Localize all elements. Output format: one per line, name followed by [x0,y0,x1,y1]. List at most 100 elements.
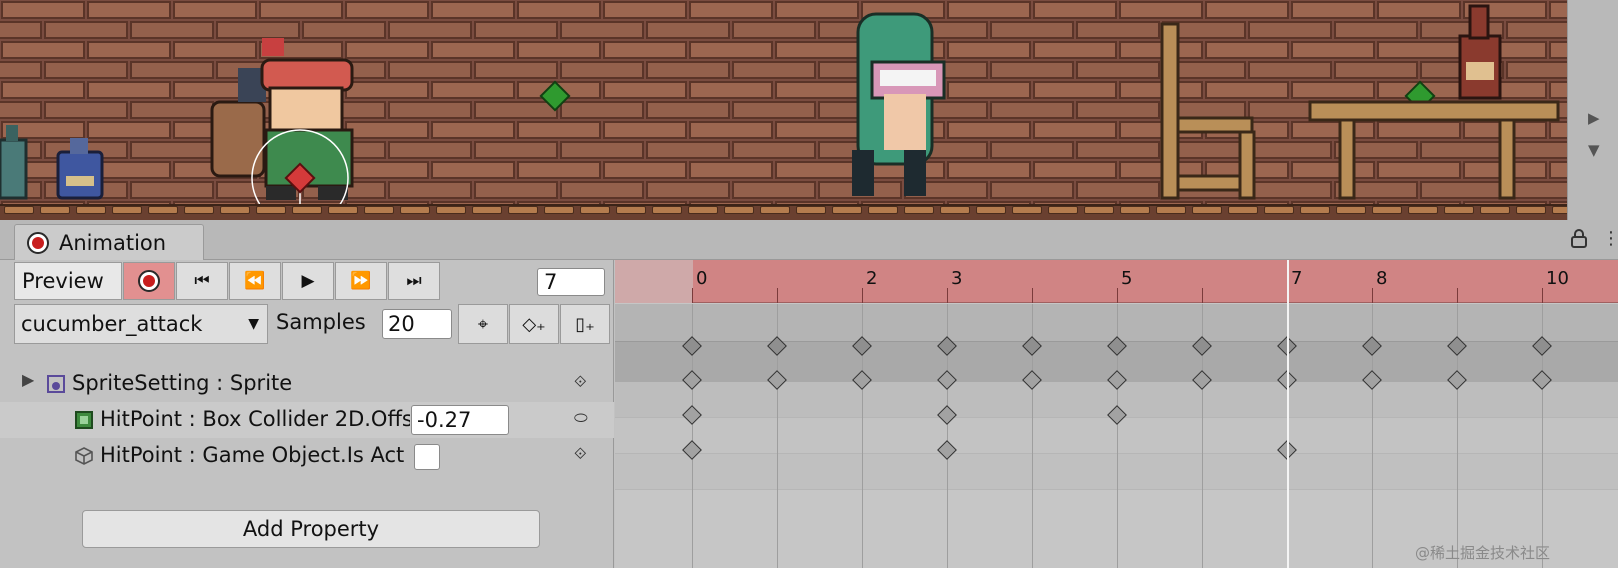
ruler-tick [1372,288,1373,303]
property-value-field[interactable]: -0.27 [411,405,509,435]
floor-tile [184,206,214,214]
player-sprite [210,38,354,200]
lock-icon[interactable] [1570,228,1588,253]
ruler-tick-label: 8 [1376,268,1388,289]
ruler-tick [1457,288,1458,303]
ruler-tick [862,288,863,303]
ruler-tick-label: 5 [1121,268,1133,289]
floor-tile [400,206,430,214]
bottle-sprite [0,125,28,200]
property-row[interactable]: ▶ SpriteSetting : Sprite ⟐ [0,366,614,402]
floor-tile [148,206,178,214]
watermark: @稀土掘金技术社区 [1415,544,1551,562]
tab-animation[interactable]: Animation [14,224,204,260]
scene-sprites [0,4,1560,220]
box-collider-icon [75,411,93,429]
floor-tile [1408,206,1438,214]
tab-animation-label: Animation [59,231,167,255]
floor-tile [1048,206,1078,214]
ruler-tick [1032,288,1033,303]
scene-view[interactable] [0,0,1567,220]
cucumber-enemy-sprite [852,12,946,196]
floor-tile [328,206,358,214]
samples-label: Samples [276,310,366,334]
floor-tile [652,206,682,214]
add-keyframe-icon: ◇₊ [522,313,546,335]
first-keyframe-button[interactable]: ⏮ [176,262,228,300]
property-label: HitPoint : Game Object.Is Active [100,443,406,467]
ruler-tick-label: 3 [951,268,963,289]
floor-tile [904,206,934,214]
floor-tile [940,206,970,214]
dopesheet-timeline[interactable]: 0 2 3 5 7 8 10 [615,260,1618,568]
keyframe-toggle-icon[interactable]: ⟐ [574,444,587,464]
ruler-tick [947,288,948,303]
playhead[interactable] [1287,260,1289,568]
floor-tile [976,206,1006,214]
scene-side-panel: ▶ ▼ [1567,0,1618,220]
samples-field[interactable]: 20 [382,309,452,339]
floor-tile [1228,206,1258,214]
floor-tile [1156,206,1186,214]
next-keyframe-button[interactable]: ⏩ [335,262,387,300]
game-object-icon [75,447,93,465]
floor-tile [1444,206,1474,214]
ruler-tick-label: 2 [866,268,878,289]
floor-tile [1012,206,1042,214]
filter-by-selection-button[interactable]: ⌖ [458,304,508,344]
floor-tile [76,206,106,214]
floor-tile [436,206,466,214]
last-keyframe-button[interactable]: ⏭ [388,262,440,300]
floor-tile [4,206,34,214]
skip-first-icon: ⏮ [194,271,210,291]
preview-button[interactable]: Preview [14,262,122,300]
floor-tile [1480,206,1510,214]
property-label: SpriteSetting : Sprite [72,371,293,395]
floor-tile [1336,206,1366,214]
ruler-tick [692,288,693,303]
timeline-ruler[interactable]: 0 2 3 5 7 8 10 [615,260,1618,303]
ruler-tick [1117,288,1118,303]
add-event-icon: ▯₊ [575,313,595,335]
ruler-tick [777,288,778,303]
expand-triangle-icon[interactable]: ▶ [22,370,34,389]
crosshair-icon: ⌖ [477,313,489,335]
floor-tile [724,206,754,214]
record-button[interactable] [123,262,175,300]
add-property-button[interactable]: Add Property [82,510,540,548]
arrow-right-icon[interactable]: ▶ [1588,110,1600,126]
floor-tile [1372,206,1402,214]
current-frame-field[interactable]: 7 [537,268,605,296]
floor-tile [796,206,826,214]
floor-tile [508,206,538,214]
gem-sprite [539,80,571,112]
step-forward-icon: ⏩ [350,271,372,291]
floor-tile [832,206,862,214]
ruler-tick-label: 0 [696,268,708,289]
floor-tile [760,206,790,214]
arrow-down-icon[interactable]: ▼ [1588,142,1600,158]
floor-tile [364,206,394,214]
keyframe-toggle-icon[interactable]: ⟐ [574,372,587,392]
clip-name: cucumber_attack [21,312,203,336]
clip-dropdown[interactable]: cucumber_attack ▼ [14,304,268,344]
previous-keyframe-button[interactable]: ⏪ [229,262,281,300]
property-row[interactable]: HitPoint : Game Object.Is Active ⟐ [0,438,614,474]
keyframe-toggle-icon[interactable]: ⬭ [574,408,588,428]
kebab-menu-icon[interactable]: ⋮ [1602,228,1618,249]
animation-controls-panel: Preview ⏮ ⏪ ▶ ⏩ ⏭ 7 cucumber_attack ▼ Sa… [0,260,614,568]
animation-tab-bar: Animation ⋮ [0,220,1618,260]
play-button[interactable]: ▶ [282,262,334,300]
add-event-button[interactable]: ▯₊ [560,304,610,344]
step-back-icon: ⏪ [244,271,266,291]
floor-tile [292,206,322,214]
ruler-negative-range [615,260,693,303]
add-keyframe-button[interactable]: ◇₊ [509,304,559,344]
floor-tile [1300,206,1330,214]
floor-tile [1084,206,1114,214]
is-active-checkbox[interactable] [414,444,440,470]
floor-tile [616,206,646,214]
ruler-tick [1202,288,1203,303]
animation-window-icon [27,232,49,254]
property-row[interactable]: HitPoint : Box Collider 2D.Offset.x -0.2… [0,402,614,438]
